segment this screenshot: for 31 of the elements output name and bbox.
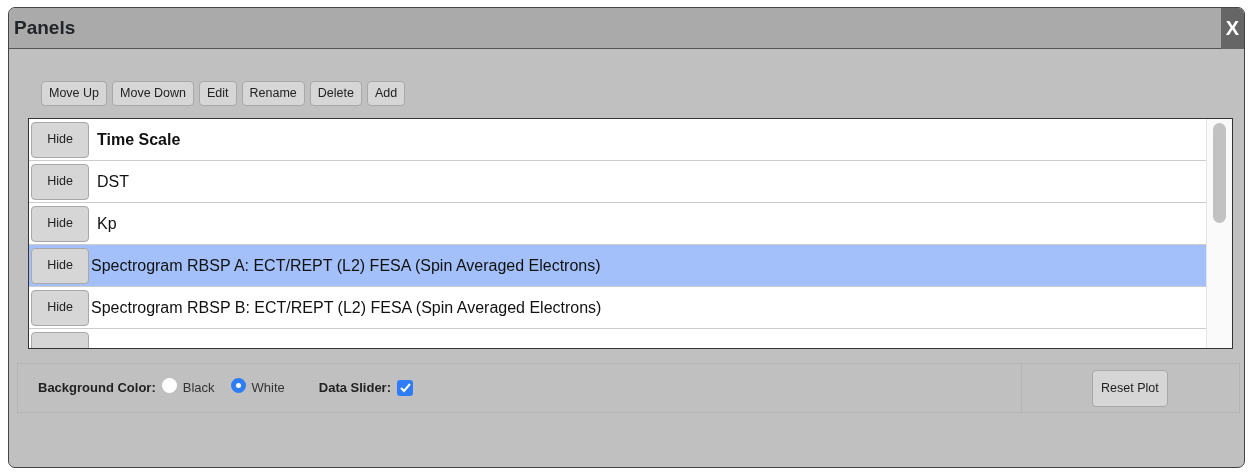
- panel-row[interactable]: Hide Spectrogram RBSP A: ECT/REPT (L2) FESA (Spin Averaged Electrons): [29, 245, 1206, 287]
- panel-label: Spectrogram RBSP A: ECT/REPT (L2) FESA (Spin Averaged Electrons): [91, 255, 601, 276]
- checkbox[interactable]: [397, 380, 413, 396]
- panel-row[interactable]: Hide Time Scale: [29, 119, 1206, 161]
- toolbar-button[interactable]: Add: [366, 81, 406, 106]
- hide-button[interactable]: Hide: [31, 205, 89, 242]
- toolbar-button[interactable]: Move Up: [41, 81, 108, 106]
- toolbar-button[interactable]: Delete: [309, 81, 362, 106]
- toolbar-button[interactable]: Edit: [199, 81, 237, 106]
- panel-label: Time Scale: [97, 129, 181, 150]
- background-label: Background Color:: [38, 379, 156, 398]
- toolbar-button[interactable]: Move Down: [112, 81, 195, 106]
- hide-button[interactable]: Hide: [31, 247, 89, 284]
- radio-label: White: [251, 379, 285, 398]
- window-title: Panels: [13, 15, 77, 40]
- panel-row[interactable]: Hide DST: [29, 161, 1206, 203]
- panel-label: Kp: [97, 213, 117, 234]
- radio-button[interactable]: [230, 378, 246, 393]
- radio-button[interactable]: [161, 378, 177, 393]
- hide-button[interactable]: Hide: [31, 163, 89, 200]
- toolbar-button[interactable]: Rename: [241, 81, 305, 106]
- hide-button[interactable]: Hide: [31, 121, 89, 158]
- data-slider-label: Data Slider:: [318, 379, 391, 398]
- close-button[interactable]: X: [1221, 8, 1244, 49]
- reset-button[interactable]: Reset Plot: [1092, 369, 1168, 407]
- panel-label: DST: [97, 171, 129, 192]
- radio-label: Black: [182, 379, 215, 398]
- panel-row[interactable]: Hide Spectrogram RBSP B: ECT/REPT (L2) FESA (Spin Averaged Electrons): [29, 287, 1206, 329]
- hide-button[interactable]: Hide: [31, 289, 89, 326]
- scrollbar-thumb[interactable]: [1213, 123, 1226, 223]
- panel-label: Spectrogram RBSP B: ECT/REPT (L2) FESA (Spin Averaged Electrons): [91, 297, 602, 318]
